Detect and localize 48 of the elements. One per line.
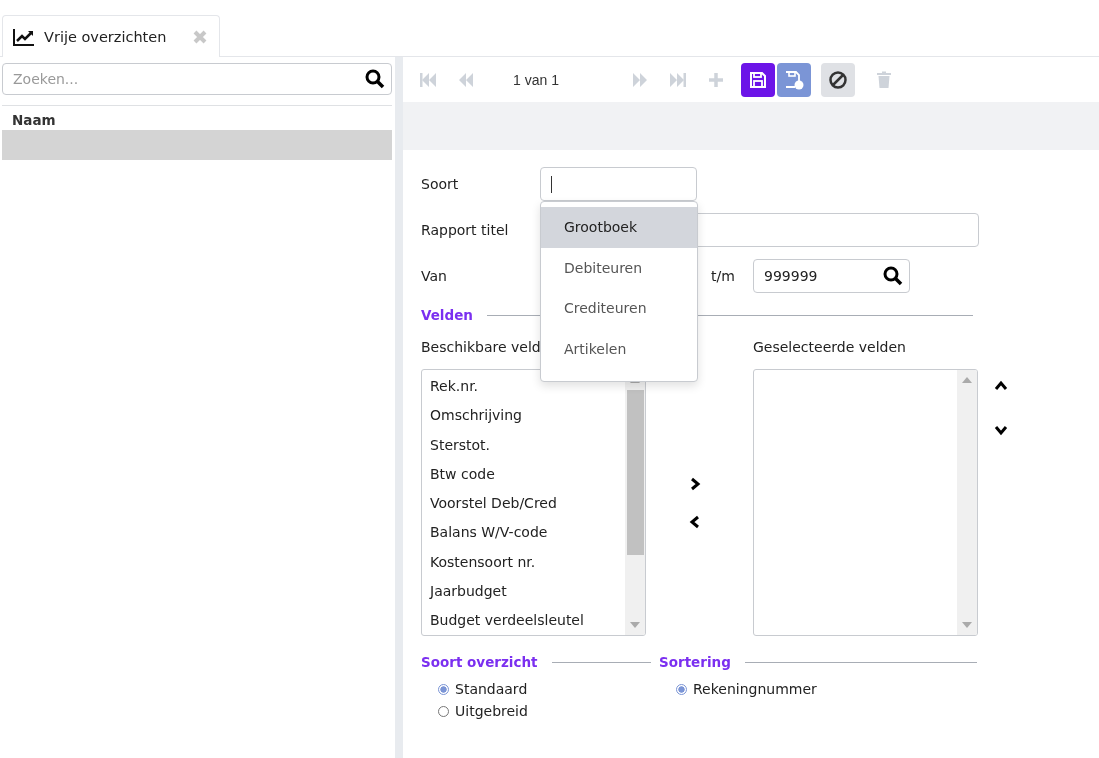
radio-button[interactable] bbox=[438, 683, 449, 695]
selected-fields-list[interactable] bbox=[753, 369, 978, 636]
line-chart-icon bbox=[13, 27, 35, 46]
list-label: Beschikbare veld bbox=[421, 339, 541, 355]
field-label: Soort bbox=[421, 176, 460, 192]
tab-title: Vrije overzichten bbox=[44, 28, 167, 45]
field-label: Van bbox=[421, 268, 448, 284]
dropdown-option[interactable]: Grootboek bbox=[541, 207, 697, 248]
radio-button[interactable] bbox=[438, 705, 449, 717]
field-value: 999999 bbox=[764, 268, 818, 284]
list-item[interactable]: Btw code bbox=[430, 465, 625, 496]
scrollbar[interactable] bbox=[957, 370, 977, 635]
chevron-up-icon[interactable] bbox=[994, 379, 1008, 393]
chevron-left-icon[interactable] bbox=[687, 514, 702, 529]
field-label: Rapport titel bbox=[421, 222, 510, 238]
radio-option[interactable]: Rekeningnummer bbox=[659, 678, 977, 700]
tab[interactable]: Vrije overzichten bbox=[2, 15, 221, 57]
chevron-down-icon[interactable] bbox=[994, 423, 1008, 437]
close-icon[interactable] bbox=[193, 29, 208, 44]
section-title: Soort overzicht bbox=[421, 654, 538, 670]
list-item[interactable]: Kostensoort nr. bbox=[430, 553, 625, 584]
list-item[interactable]: Budget verdeelsleutel bbox=[430, 612, 625, 635]
prohibited-icon bbox=[828, 69, 848, 90]
radio-button[interactable] bbox=[676, 683, 687, 695]
to-field[interactable]: 999999 bbox=[753, 259, 910, 293]
list-item[interactable]: Jaarbudget bbox=[430, 583, 625, 613]
section-title: Velden bbox=[421, 307, 473, 323]
record-counter: 1 van 1 bbox=[513, 71, 560, 88]
list-label: Geselecteerde velden bbox=[753, 339, 906, 357]
search-field[interactable]: Zoeken... bbox=[2, 63, 392, 95]
field-label: t/m bbox=[711, 268, 736, 284]
list-item[interactable]: Omschrijving bbox=[430, 407, 625, 437]
list-item[interactable]: Sterstot. bbox=[430, 436, 625, 466]
save-button[interactable] bbox=[741, 62, 775, 97]
list-item[interactable]: Voorstel Deb/Cred bbox=[430, 495, 625, 525]
list-item[interactable]: Rek.nr. bbox=[430, 378, 625, 408]
radio-option[interactable]: Standaard bbox=[421, 678, 659, 700]
list-item[interactable]: Balans W/V-code bbox=[430, 524, 625, 554]
search-icon[interactable] bbox=[365, 69, 385, 89]
dropdown-option[interactable]: Artikelen bbox=[541, 328, 697, 369]
radio-option[interactable]: Uitgebreid bbox=[421, 700, 659, 722]
trash-icon bbox=[874, 69, 894, 90]
section-title: Sortering bbox=[659, 654, 731, 670]
cancel-button[interactable] bbox=[821, 62, 855, 97]
soort-field[interactable] bbox=[540, 167, 697, 201]
dropdown-option[interactable]: Crediteuren bbox=[541, 288, 697, 329]
search-icon[interactable] bbox=[883, 266, 903, 286]
dropdown-option[interactable]: Debiteuren bbox=[541, 247, 697, 288]
